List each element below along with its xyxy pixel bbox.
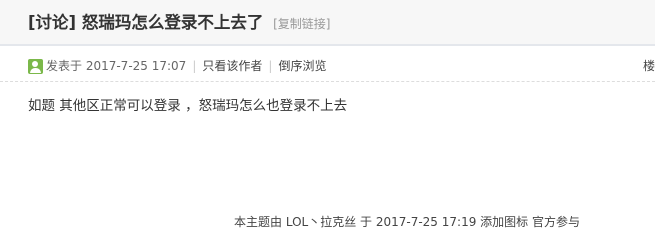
- thread-page: [讨论] 怒瑞玛怎么登录不上去了 [复制链接] 发表于 2017-7-25 17…: [0, 0, 655, 246]
- user-online-icon: [28, 59, 43, 74]
- post-timestamp: 发表于 2017-7-25 17:07: [46, 59, 187, 73]
- post-meta: 发表于 2017-7-25 17:07 | 只看该作者 | 倒序浏览: [46, 57, 326, 75]
- meta-divider: |: [192, 59, 197, 73]
- moderation-note-text: 本主题由 LOL丶拉克丝 于 2017-7-25 17:19: [234, 215, 477, 229]
- post-meta-row: 发表于 2017-7-25 17:07 | 只看该作者 | 倒序浏览 楼: [0, 48, 655, 82]
- thread-title-text: 怒瑞玛怎么登录不上去了: [81, 13, 264, 32]
- reverse-order-link[interactable]: 倒序浏览: [278, 59, 326, 73]
- post-content: 如题 其他区正常可以登录 ，怒瑞玛怎么也登录不上去: [28, 98, 348, 114]
- copy-link-button[interactable]: [复制链接]: [273, 17, 330, 31]
- thread-moderation-note: 本主题由 LOL丶拉克丝 于 2017-7-25 17:19 添加图标 官方参与: [234, 213, 580, 231]
- thread-title-bar: [讨论] 怒瑞玛怎么登录不上去了 [复制链接]: [0, 0, 655, 46]
- add-icon-link[interactable]: 添加图标: [480, 215, 528, 229]
- official-badge-link[interactable]: 官方参与: [532, 215, 580, 229]
- thread-category-tag[interactable]: [讨论]: [28, 13, 76, 32]
- only-author-link[interactable]: 只看该作者: [202, 59, 262, 73]
- floor-label: 楼: [642, 59, 655, 73]
- thread-title: [讨论] 怒瑞玛怎么登录不上去了 [复制链接]: [28, 12, 330, 35]
- meta-divider: |: [268, 59, 273, 73]
